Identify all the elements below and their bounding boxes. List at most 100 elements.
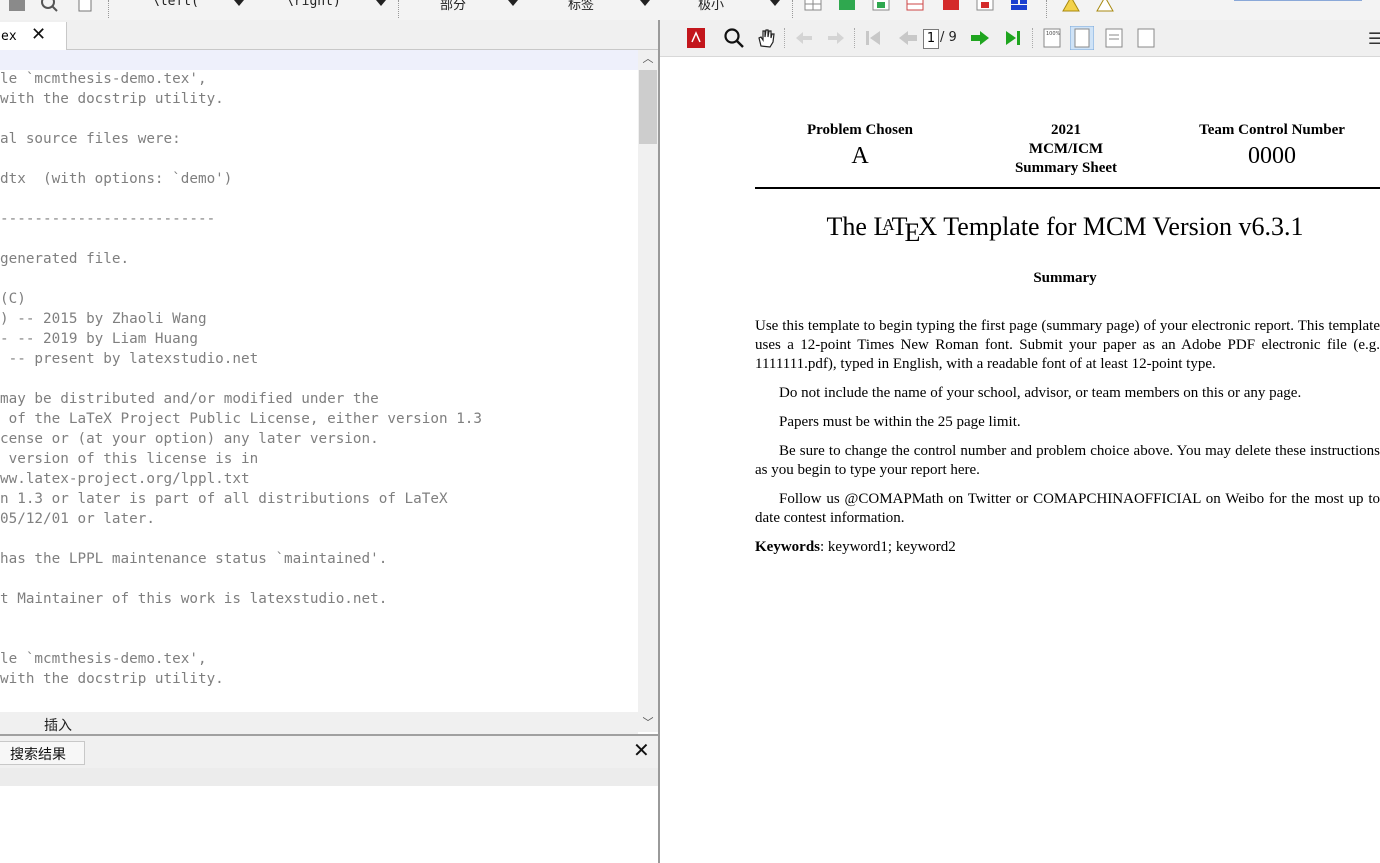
right-delimiter-combo[interactable]: \right) <box>262 0 390 14</box>
main-toolbar: \left( \right) 部分 标签 极小 <box>0 0 1380 21</box>
page-total: / 9 <box>940 30 957 45</box>
chevron-down-icon <box>376 0 386 6</box>
code-editor[interactable]: le `mcmthesis-demo.tex', with the docstri… <box>0 50 638 732</box>
tab-label: ex <box>1 29 17 44</box>
toolbar-separator <box>854 28 856 48</box>
search-tabbar: 搜索结果 ✕ <box>0 736 658 768</box>
summary-paragraph: Papers must be within the 25 page limit. <box>779 414 1021 430</box>
code-line: ww.latex-project.org/lppl.txt <box>0 471 250 487</box>
editor-pane: ex ✕ le `mcmthesis-demo.tex', with the do… <box>0 20 658 863</box>
close-icon[interactable]: ✕ <box>31 25 46 45</box>
search-tab-label: 搜索结果 <box>10 747 66 763</box>
tab-search-results[interactable]: 搜索结果 <box>0 741 85 765</box>
team-control-label: Team Control Number <box>1199 122 1345 138</box>
summary-paragraph: Follow us @COMAPMath on Twitter or COMAP… <box>755 491 1380 526</box>
problem-chosen-label: Problem Chosen <box>807 122 913 138</box>
table-grid-icon[interactable] <box>906 0 924 12</box>
fit-page-icon[interactable] <box>1070 26 1094 50</box>
size-combo[interactable]: 极小 <box>662 0 784 14</box>
problem-chosen-value: A <box>851 143 869 169</box>
contest-name: MCM/ICM <box>1028 141 1104 157</box>
editor-statusbar: 插入 <box>0 712 638 734</box>
pdf-file-icon[interactable] <box>684 26 708 50</box>
keywords-label: Keywords <box>755 539 820 555</box>
table-delete-column-icon[interactable] <box>942 0 960 12</box>
table-icon[interactable] <box>804 0 822 12</box>
fit-width-icon[interactable] <box>1102 26 1126 50</box>
toolbar-separator <box>1046 0 1048 18</box>
left-delimiter-combo[interactable]: \left( <box>130 0 250 14</box>
first-page-icon[interactable] <box>862 26 886 50</box>
toolbar-separator <box>108 0 110 18</box>
fit-text-icon[interactable] <box>1134 26 1158 50</box>
code-line: has the LPPL maintenance status `maintai… <box>0 551 388 567</box>
title-suffix: Template for MCM Version v6.3.1 <box>937 212 1304 241</box>
hand-tool-icon[interactable] <box>754 26 778 50</box>
chevron-down-icon <box>234 0 244 6</box>
page-number-input[interactable]: 1 <box>923 29 939 49</box>
toolbar-separator <box>792 0 794 18</box>
scrollbar-thumb[interactable] <box>639 70 657 144</box>
summary-sheet-label: Summary Sheet <box>1014 160 1118 176</box>
current-line-highlight <box>0 50 638 70</box>
toolbar-input[interactable] <box>1234 0 1362 1</box>
table-delete-row-icon[interactable] <box>976 0 994 12</box>
left-delimiter-value: \left( <box>152 0 199 9</box>
viewer-toolbar: 1 / 9 100% ☰ <box>660 20 1380 57</box>
title-prefix: The L <box>826 212 890 241</box>
editor-vertical-scrollbar[interactable]: ︿ ﹀ <box>638 50 658 732</box>
last-page-icon[interactable] <box>1000 26 1024 50</box>
zoom-100-icon[interactable]: 100% <box>1040 26 1064 50</box>
code-line: with the docstrip utility. <box>0 91 224 107</box>
chevron-down-icon[interactable]: ﹀ <box>638 714 658 732</box>
insert-mode-indicator: 插入 <box>44 718 72 734</box>
close-icon[interactable]: ✕ <box>633 738 650 762</box>
code-line: t Maintainer of this work is latexstudio… <box>0 591 388 607</box>
code-line: -- present by latexstudio.net <box>0 351 259 367</box>
label-combo[interactable]: 标签 <box>530 0 652 14</box>
pdf-page: Problem Chosen A 2021 MCM/ICM Summary Sh… <box>660 57 1380 863</box>
code-line: generated file. <box>0 251 130 267</box>
table-format-icon[interactable] <box>1010 0 1028 12</box>
warning-icon[interactable] <box>1062 0 1080 12</box>
chevron-up-icon[interactable]: ︿ <box>638 50 658 68</box>
code-line: le `mcmthesis-demo.tex', <box>0 651 207 667</box>
next-page-icon[interactable] <box>968 26 992 50</box>
code-line: of the LaTeX Project Public License, eit… <box>0 411 483 427</box>
right-delimiter-value: \right) <box>286 0 341 9</box>
summary-heading: Summary <box>1033 270 1097 286</box>
more-menu-icon[interactable]: ☰ <box>1368 29 1380 48</box>
search-icon[interactable] <box>40 0 58 12</box>
table-insert-column-icon[interactable] <box>838 0 856 12</box>
previous-page-icon[interactable] <box>896 26 920 50</box>
chevron-down-icon <box>508 0 518 6</box>
warning-next-icon[interactable] <box>1096 0 1114 12</box>
document-title: The LATEX Template for MCM Version v6.3.… <box>755 212 1375 247</box>
header-rule <box>755 187 1380 189</box>
code-line: ) -- 2015 by Zhaoli Wang <box>0 311 207 327</box>
code-line: may be distributed and/or modified under… <box>0 391 379 407</box>
pdf-viewer-pane: 1 / 9 100% ☰ Problem Chosen A 2021 MCM/I… <box>660 20 1380 863</box>
window-icon[interactable] <box>8 0 26 12</box>
code-line: with the docstrip utility. <box>0 671 224 687</box>
search-icon[interactable] <box>722 26 746 50</box>
back-icon[interactable] <box>792 26 816 50</box>
toolbar-separator <box>784 28 786 48</box>
forward-icon[interactable] <box>824 26 848 50</box>
label-value: 标签 <box>568 0 595 13</box>
table-insert-row-icon[interactable] <box>872 0 890 12</box>
document-icon[interactable] <box>76 0 94 12</box>
section-combo[interactable]: 部分 <box>410 0 520 14</box>
size-value: 极小 <box>698 0 725 13</box>
tab-mcmthesis-demo[interactable]: ex ✕ <box>0 22 67 50</box>
toolbar-separator <box>398 0 400 18</box>
